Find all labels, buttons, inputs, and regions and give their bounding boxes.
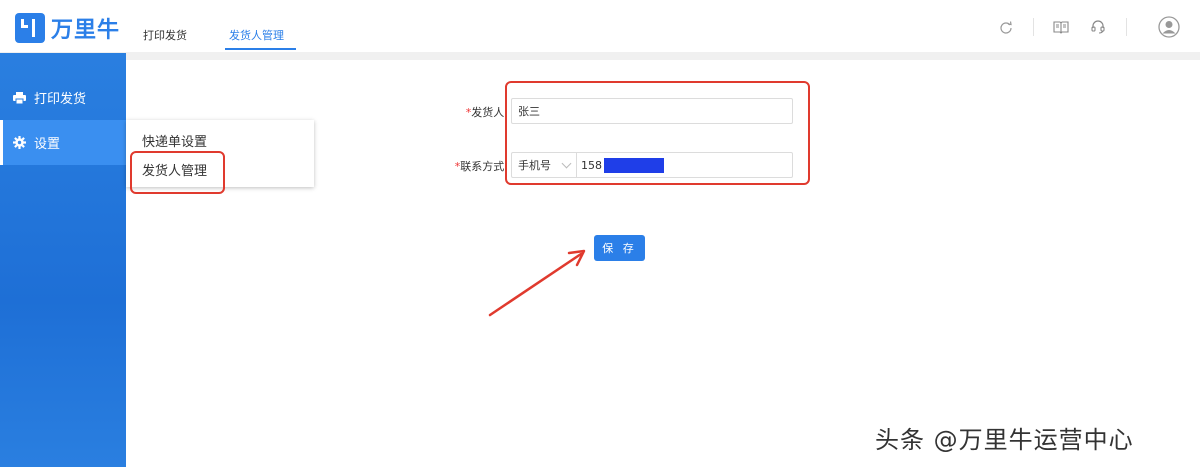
annotation-box-form [505,81,810,185]
logo-text: 万里牛 [51,18,121,43]
header-divider [1033,18,1034,36]
logo[interactable]: 万里牛 [15,12,120,44]
logo-mark-icon [15,13,45,43]
active-tab-indicator [225,48,296,50]
user-avatar-icon[interactable] [1158,16,1180,38]
annotation-arrow [488,249,586,317]
header-divider [1126,18,1127,36]
sidebar-item-settings[interactable]: 设置 [0,120,126,165]
sender-label: *发货人: [465,106,508,119]
gear-icon [12,136,26,150]
headset-icon[interactable] [1089,18,1107,36]
book-icon[interactable] [1052,18,1070,36]
annotation-box-submenu [130,151,225,194]
printer-icon [12,91,26,105]
sidebar-item-label: 打印发货 [34,92,87,107]
sidebar-item-label: 设置 [34,137,61,152]
nav-tab-print-ship[interactable]: 打印发货 [143,27,187,43]
app-root: 万里牛 打印发货 发货人管理 打印发货 设置 快递单设置 发货人管理 *发货人:… [0,0,1200,467]
contact-label: *联系方式: [454,160,508,173]
watermark-text: 头条 @万里牛运营中心 [875,426,1134,454]
submenu-item-courier-template[interactable]: 快递单设置 [142,131,207,150]
sidebar: 打印发货 设置 [0,53,126,467]
header-shadow [0,52,1200,60]
save-button[interactable]: 保 存 [594,235,645,261]
refresh-icon[interactable] [997,18,1015,36]
top-header: 万里牛 打印发货 发货人管理 [0,0,1200,52]
sidebar-item-print-ship[interactable]: 打印发货 [0,75,126,120]
nav-tab-sender-management[interactable]: 发货人管理 [229,27,284,43]
